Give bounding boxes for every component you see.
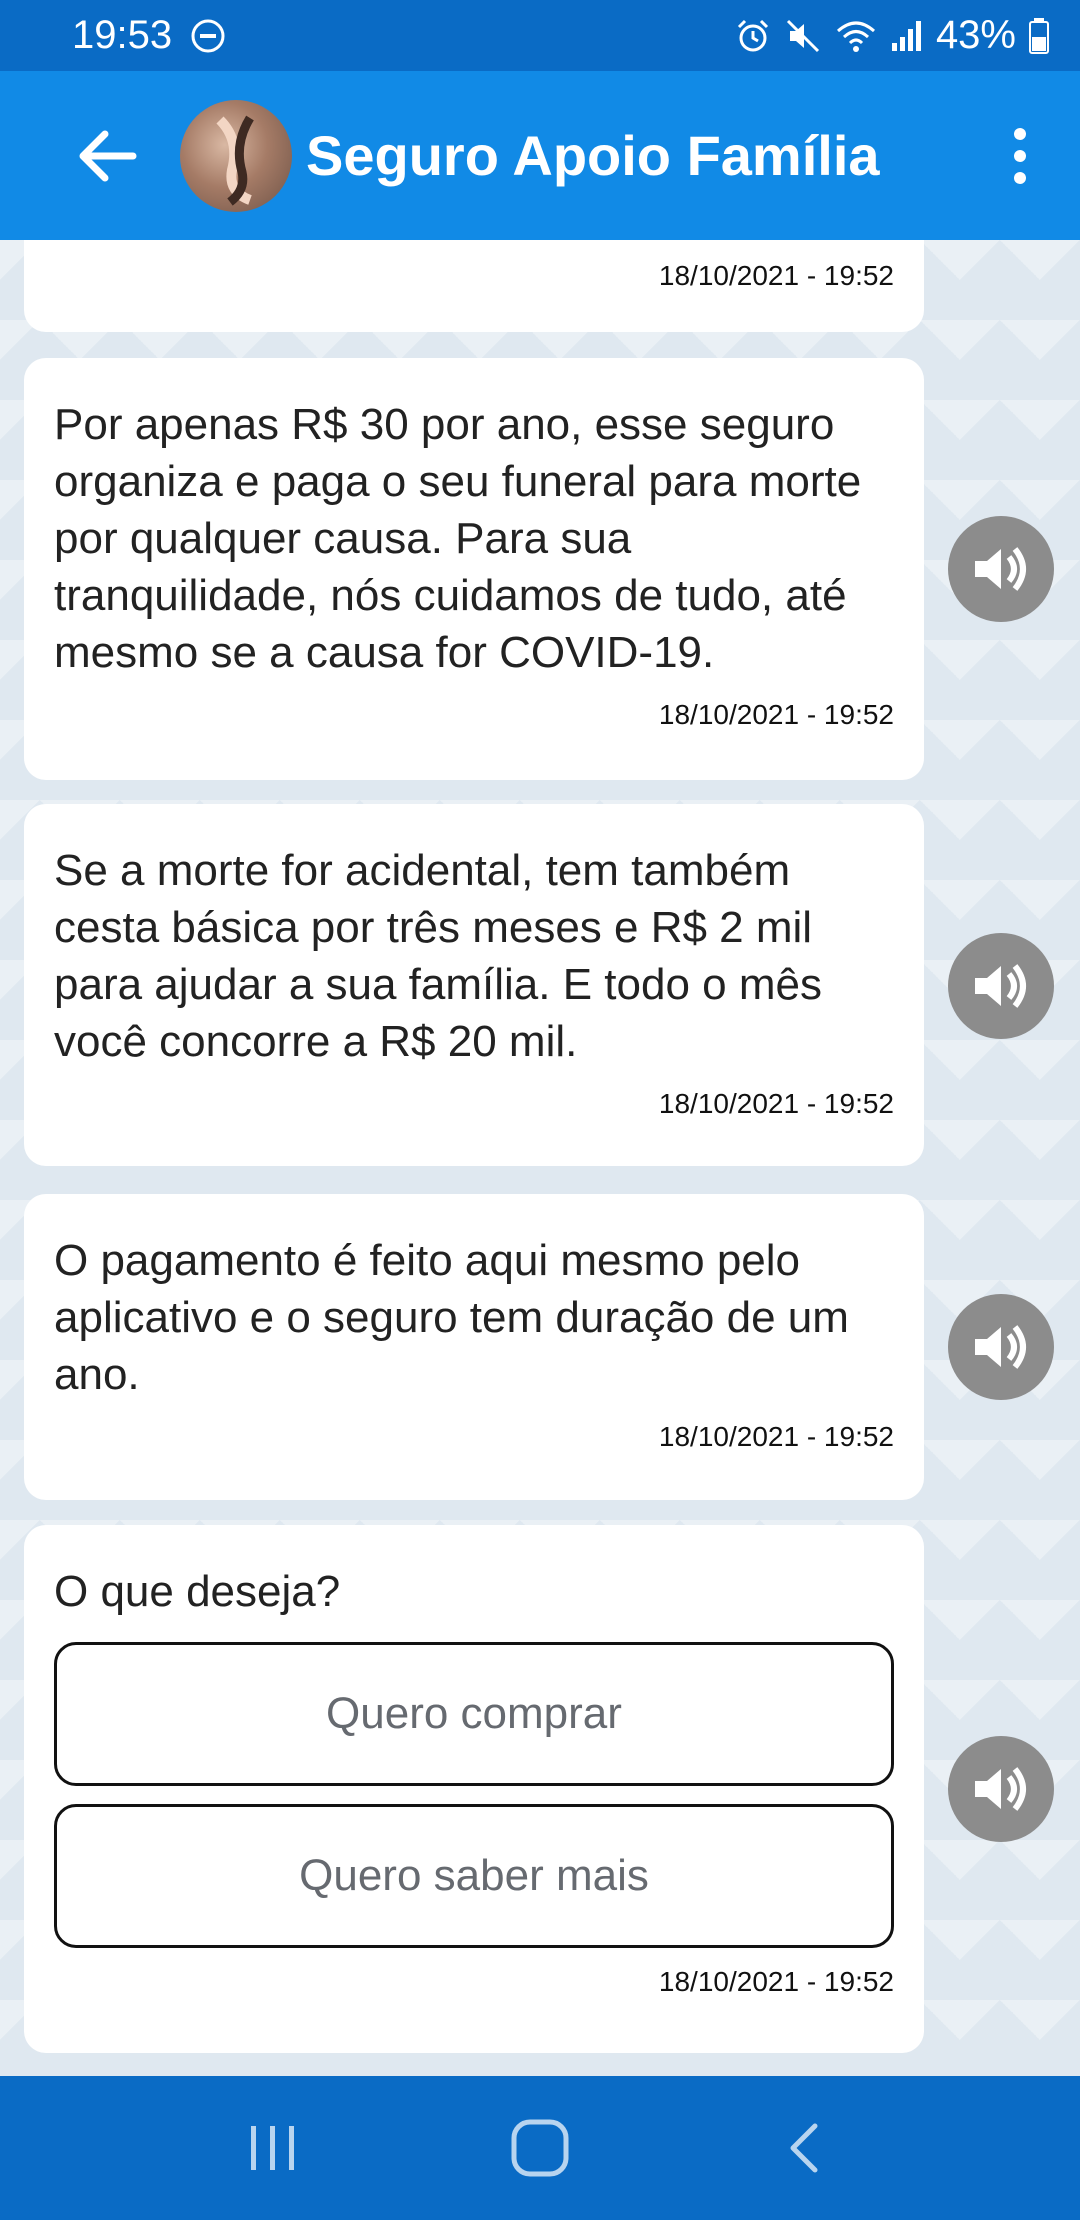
speaker-icon [975, 964, 1026, 1008]
message-bubble: Se a morte for acidental, tem também ces… [24, 804, 924, 1166]
learn-more-button[interactable]: Quero saber mais [54, 1804, 894, 1948]
arrow-left-icon [79, 130, 137, 181]
chevron-left-icon [790, 2123, 818, 2173]
avatar [180, 99, 292, 212]
home-button[interactable] [495, 2103, 585, 2193]
more-options-button[interactable] [990, 106, 1050, 206]
system-navigation-bar [0, 2076, 1080, 2220]
message-bubble: 18/10/2021 - 19:52 [24, 240, 924, 332]
battery-icon [1028, 17, 1050, 55]
audio-play-button[interactable] [948, 1294, 1054, 1400]
do-not-disturb-icon [190, 18, 226, 54]
app-bar: Seguro Apoio Família [0, 71, 1080, 240]
back-button[interactable] [72, 121, 142, 191]
home-icon [511, 2119, 569, 2177]
speaker-icon [975, 1767, 1026, 1811]
back-nav-button[interactable] [762, 2103, 852, 2193]
message-time: 18/10/2021 - 19:52 [658, 1088, 894, 1119]
speaker-icon [975, 547, 1026, 591]
message-time: 18/10/2021 - 19:52 [658, 1421, 894, 1452]
speaker-icon [975, 1325, 1026, 1369]
buy-button[interactable]: Quero comprar [54, 1642, 894, 1786]
message-bubble: O que deseja? Quero comprar Quero saber … [24, 1525, 924, 2053]
more-vertical-icon [1014, 127, 1026, 140]
wifi-icon [834, 17, 878, 55]
battery-percentage: 43% [935, 13, 1016, 57]
audio-play-button[interactable] [948, 516, 1054, 622]
message-bubble: O pagamento é feito aqui mesmo pelo apli… [24, 1194, 924, 1500]
status-bar: 19:53 43% [0, 0, 1080, 71]
chat-area[interactable]: 18/10/2021 - 19:52 Por apenas R$ 30 por … [0, 240, 1080, 2076]
message-time: 18/10/2021 - 19:52 [658, 260, 894, 291]
signal-icon [890, 19, 924, 53]
message-time: 18/10/2021 - 19:52 [658, 1966, 894, 1997]
menu-dot [1014, 171, 1026, 184]
message-text: O pagamento é feito aqui mesmo pelo apli… [54, 1236, 849, 1399]
message-text: Por apenas R$ 30 por ano, esse seguro or… [54, 400, 862, 677]
message-text: Se a morte for acidental, tem também ces… [54, 846, 822, 1066]
message-time: 18/10/2021 - 19:52 [658, 699, 894, 730]
status-left: 19:53 [72, 13, 226, 58]
page-title: Seguro Apoio Família [306, 124, 880, 187]
status-right: 43% [734, 13, 1050, 58]
menu-dot [1014, 149, 1026, 162]
recents-icon [251, 2126, 295, 2170]
message-bubble: Por apenas R$ 30 por ano, esse seguro or… [24, 358, 924, 780]
message-text: O que deseja? [54, 1567, 341, 1616]
mute-icon [784, 17, 822, 55]
audio-play-button[interactable] [948, 933, 1054, 1039]
status-time: 19:53 [72, 13, 173, 57]
audio-play-button[interactable] [948, 1736, 1054, 1842]
recents-button[interactable] [228, 2103, 318, 2193]
alarm-icon [734, 17, 772, 55]
